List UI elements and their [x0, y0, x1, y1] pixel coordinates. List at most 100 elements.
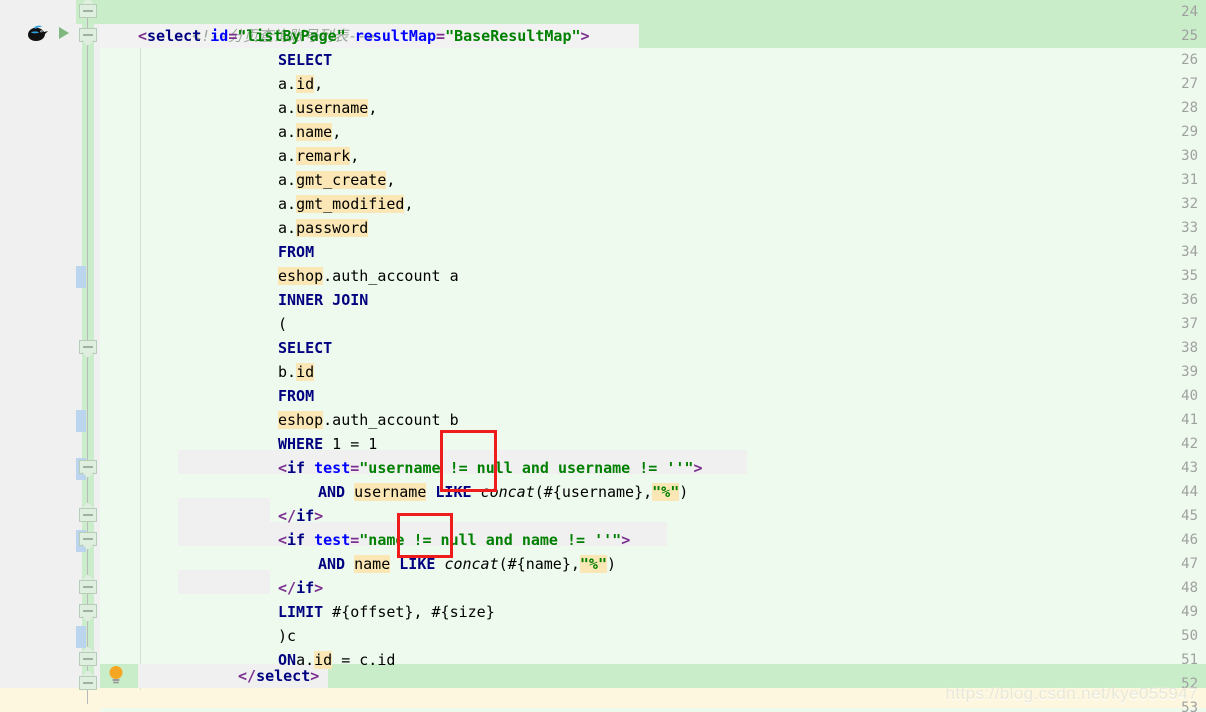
- code-token-value-test2-b: name != ''": [512, 531, 622, 549]
- code-area[interactable]: <!--分页查询账号列表--> <select id="listByPage" …: [100, 0, 1206, 712]
- fold-marker-line-46[interactable]: [78, 531, 98, 551]
- code-token-table-a: .auth_account a: [323, 267, 459, 285]
- code-token-paren-open: (: [278, 315, 288, 333]
- code-token-endif-1-close: >: [314, 507, 324, 525]
- change-bar-line-50[interactable]: [76, 626, 86, 648]
- code-token-col-username: username: [296, 99, 369, 117]
- code-token-comma: ,: [332, 123, 342, 141]
- code-line-42[interactable]: WHERE 1 = 1: [278, 432, 377, 456]
- fold-marker-minus-icon: [83, 658, 93, 660]
- code-token-value-test1-b: username != ''": [548, 459, 694, 477]
- code-line-47[interactable]: AND name LIKE concat(#{name},"%"): [318, 552, 616, 576]
- code-line-31[interactable]: a.gmt_create,: [278, 168, 395, 192]
- redbox-and-name: [397, 513, 453, 558]
- sp: [345, 483, 354, 501]
- code-token-attr-id: id: [210, 27, 229, 45]
- code-token-comma: ,: [404, 195, 414, 213]
- code-line-39[interactable]: b.id: [278, 360, 315, 384]
- code-token-col-name: name: [296, 123, 333, 141]
- code-line-50[interactable]: )c: [278, 624, 296, 648]
- fold-marker-tip: [82, 472, 94, 478]
- code-token-eq-if2: =: [350, 531, 360, 549]
- fold-marker-line-52[interactable]: [78, 670, 98, 695]
- code-line-38[interactable]: SELECT: [278, 336, 332, 360]
- code-token-close-angle-if1: >: [693, 459, 703, 477]
- mybatis-bird-icon[interactable]: [26, 23, 50, 43]
- code-token-close-angle-if2: >: [621, 531, 631, 549]
- code-token-eq: =: [228, 27, 238, 45]
- change-bar-line-41[interactable]: [76, 410, 86, 432]
- code-token-col-name-cond: name: [354, 555, 391, 573]
- fold-marker-minus-icon: [83, 586, 93, 588]
- line-highlight-endif-1: [178, 498, 270, 522]
- code-token-close-select-open: </: [238, 667, 257, 685]
- code-token-and-1: and: [521, 459, 549, 477]
- code-token-alias-a: a.: [278, 171, 297, 189]
- code-line-26[interactable]: SELECT: [278, 48, 332, 72]
- code-token-pct-2: "%": [579, 555, 607, 573]
- fold-marker-tip: [82, 616, 94, 622]
- code-line-45[interactable]: </if>: [278, 504, 323, 528]
- code-token-pct-1: "%": [652, 483, 680, 501]
- sp4: [345, 555, 354, 573]
- code-line-32[interactable]: a.gmt_modified,: [278, 192, 413, 216]
- code-line-35[interactable]: eshop.auth_account a: [278, 264, 459, 288]
- code-token-kw-limit: LIMIT: [278, 603, 324, 621]
- code-token-table-b: .auth_account b: [323, 411, 459, 429]
- code-token-alias-a: a.: [278, 123, 297, 141]
- code-token-alias-a: a.: [278, 147, 297, 165]
- code-token-attr-resultmap: resultMap: [354, 27, 437, 45]
- fold-marker-line-38[interactable]: [78, 339, 98, 359]
- code-token-schema-eshop: eshop: [278, 267, 324, 285]
- fold-marker-line-51[interactable]: [78, 646, 98, 671]
- code-token-endif-2-close: >: [314, 579, 324, 597]
- fold-marker-minus-icon: [83, 514, 93, 516]
- fold-marker-line-24[interactable]: [78, 0, 98, 23]
- code-token-limit-params: #{offset}, #{size}: [323, 603, 495, 621]
- change-bar-line-35[interactable]: [76, 266, 86, 288]
- code-line-46[interactable]: <if test="name != null and name != ''">: [278, 528, 630, 552]
- code-line-34[interactable]: FROM: [278, 240, 314, 264]
- fold-marker-line-45[interactable]: [78, 502, 98, 527]
- code-token-eq-if1: =: [350, 459, 360, 477]
- code-token-alias-a: a.: [278, 195, 297, 213]
- code-line-28[interactable]: a.username,: [278, 96, 377, 120]
- code-line-41[interactable]: eshop.auth_account b: [278, 408, 459, 432]
- line-number-gutter[interactable]: [0, 0, 76, 712]
- code-token-comma: ,: [314, 75, 324, 93]
- code-line-37[interactable]: (: [278, 312, 287, 336]
- editor-root: 24 25 26 27 28 29 30 31 32 33 34 35 36 37 38 39 40 41 42 43…: [0, 0, 1206, 712]
- code-line-49[interactable]: LIMIT #{offset}, #{size}: [278, 600, 495, 624]
- code-line-33[interactable]: a.password: [278, 216, 369, 240]
- code-token-attr-test1: test: [314, 459, 351, 477]
- code-token-on-rest: = c.id: [332, 651, 396, 669]
- fold-marker-line-48[interactable]: [78, 574, 98, 599]
- code-token-close-select-tag: select: [256, 667, 311, 685]
- code-line-27[interactable]: a.id,: [278, 72, 323, 96]
- code-token-kw-select: SELECT: [278, 51, 333, 69]
- code-token-tag-select: select: [147, 27, 211, 45]
- code-line-24[interactable]: <!--分页查询账号列表-->: [138, 0, 375, 45]
- code-token-value-baseresultmap: "BaseResultMap": [445, 27, 581, 45]
- code-token-kw-and-2: AND: [318, 555, 346, 573]
- code-line-29[interactable]: a.name,: [278, 120, 341, 144]
- code-line-44[interactable]: AND username LIKE concat(#{username},"%"…: [318, 480, 688, 504]
- code-token-open-angle: <: [138, 27, 148, 45]
- code-token-col-gmt-modified: gmt_modified: [296, 195, 405, 213]
- run-statement-icon[interactable]: [56, 25, 72, 41]
- code-line-25[interactable]: <select id="listByPage" resultMap="BaseR…: [138, 24, 590, 48]
- code-line-30[interactable]: a.remark,: [278, 144, 359, 168]
- code-line-40[interactable]: FROM: [278, 384, 314, 408]
- fold-marker-line-43[interactable]: [78, 459, 98, 479]
- fold-marker-minus-icon: [83, 34, 93, 36]
- code-token-kw-from: FROM: [278, 243, 315, 261]
- code-token-close-angle: >: [580, 27, 590, 45]
- code-line-52[interactable]: </select>: [238, 664, 319, 688]
- fold-marker-line-49[interactable]: [78, 603, 98, 623]
- code-token-endif-1-open: </: [278, 507, 297, 525]
- code-token-endif-1-tag: if: [296, 507, 315, 525]
- code-line-48[interactable]: </if>: [278, 576, 323, 600]
- fold-marker-line-25[interactable]: [78, 27, 98, 47]
- code-token-col-remark: remark: [296, 147, 351, 165]
- code-line-36[interactable]: INNER JOIN: [278, 288, 368, 312]
